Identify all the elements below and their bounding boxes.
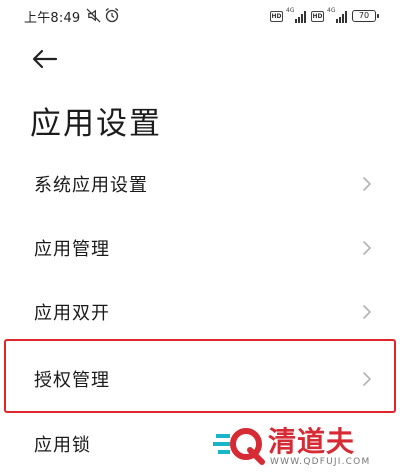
list-item-label: 授权管理 <box>34 370 110 391</box>
battery-icon: 70 <box>352 10 379 22</box>
watermark-url: WWW.QDFUJI.COM <box>270 457 371 467</box>
hd-badge: HD <box>311 10 324 22</box>
hd-badge: HD <box>270 10 283 22</box>
list-item-system-app-settings[interactable]: 系统应用设置 <box>0 152 400 216</box>
status-bar: 上午8:49 HD 4G HD 4G 70 <box>0 0 400 32</box>
chevron-right-icon <box>363 372 371 386</box>
list-item-dual-apps[interactable]: 应用双开 <box>0 280 400 344</box>
network-type: 4G <box>327 7 336 14</box>
signal-icon: 4G <box>327 7 349 23</box>
list-item-app-management[interactable]: 应用管理 <box>0 216 400 280</box>
list-item-label: 应用锁 <box>34 435 91 456</box>
back-button[interactable] <box>30 46 60 72</box>
watermark-logo-icon <box>213 428 265 465</box>
signal-icon: 4G <box>286 7 308 23</box>
chevron-right-icon <box>363 177 371 191</box>
alarm-icon <box>105 7 119 23</box>
network-type: 4G <box>286 7 295 14</box>
list-item-label: 应用管理 <box>34 239 110 260</box>
list-item-label: 系统应用设置 <box>34 175 148 196</box>
list-item-permissions[interactable]: 授权管理 <box>0 347 400 411</box>
battery-level: 70 <box>358 11 370 20</box>
watermark: 清道夫 WWW.QDFUJI.COM <box>212 420 392 472</box>
status-time: 上午8:49 <box>24 11 81 26</box>
status-icons: HD 4G HD 4G 70 <box>270 7 379 24</box>
chevron-right-icon <box>363 305 371 319</box>
page-title: 应用设置 <box>30 106 162 142</box>
chevron-right-icon <box>363 241 371 255</box>
arrow-left-icon <box>32 49 58 69</box>
watermark-brand: 清道夫 <box>268 425 356 458</box>
list-item-label: 应用双开 <box>34 303 110 324</box>
mute-icon <box>86 8 101 23</box>
